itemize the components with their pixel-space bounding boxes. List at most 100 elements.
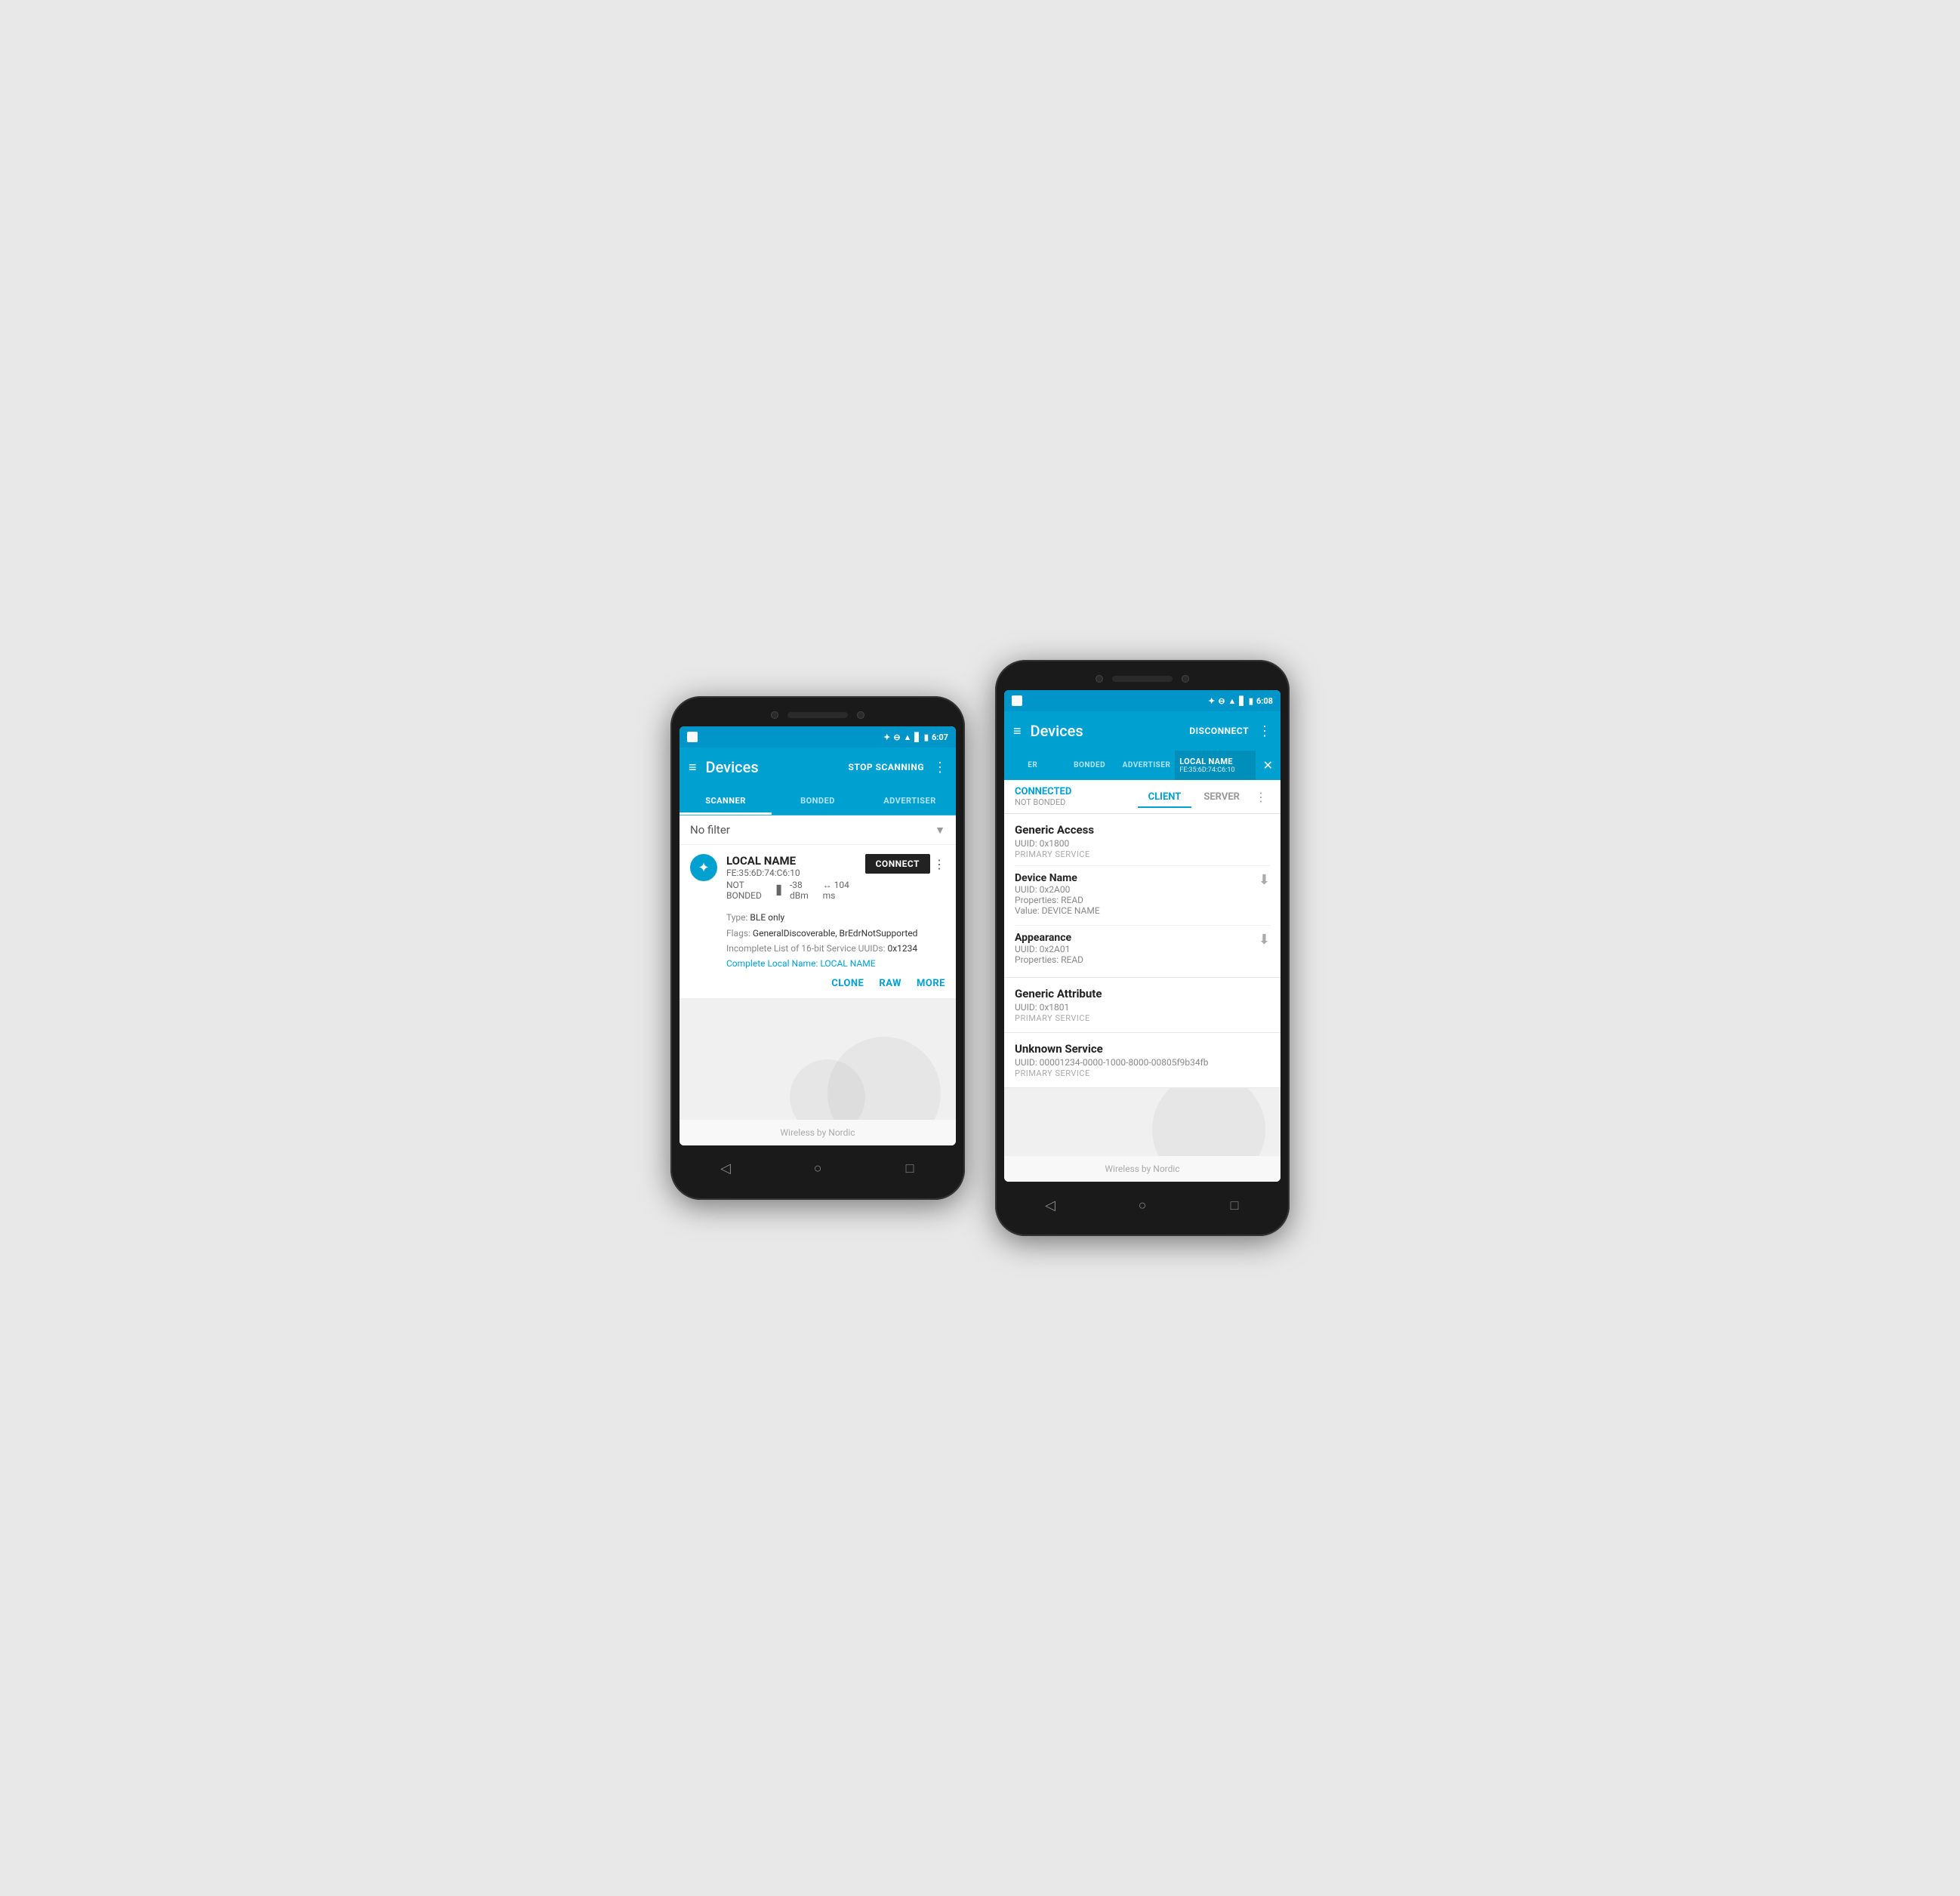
device-info-1: LOCAL NAME FE:35:6D:74:C6:10 NOT BONDED … xyxy=(726,854,856,901)
phone-2: ✦ ⊖ ▲ ▋ ▮ 6:08 ≡ Devices DISCONNECT ⋮ ER xyxy=(995,660,1290,1236)
char-name-appearance: Appearance xyxy=(1015,932,1251,944)
camera-2 xyxy=(1096,675,1103,683)
connected-label: CONNECTED xyxy=(1015,786,1071,797)
device-name-1: LOCAL NAME xyxy=(726,854,856,868)
signal-icon-2: ▋ xyxy=(1239,696,1245,706)
minus-icon-1: ⊖ xyxy=(893,732,900,742)
battery-icon-2: ▮ xyxy=(1249,696,1253,706)
filter-arrow-icon: ▼ xyxy=(935,824,945,837)
stop-scanning-button[interactable]: STOP SCANNING xyxy=(848,762,924,772)
bonded-label-2: NOT BONDED xyxy=(1015,797,1071,807)
back-button-1[interactable]: ◁ xyxy=(714,1158,737,1180)
service-type-2: PRIMARY SERVICE xyxy=(1015,1068,1270,1078)
more-button[interactable]: MORE xyxy=(917,978,945,989)
phone-2-top xyxy=(1004,675,1280,683)
device-more-icon[interactable]: ⋮ xyxy=(933,857,945,871)
char-name-device-name: Device Name xyxy=(1015,872,1251,884)
more-icon-1[interactable]: ⋮ xyxy=(933,760,947,775)
time-1: 6:07 xyxy=(932,732,948,742)
detail-complete-name: Complete Local Name: LOCAL NAME xyxy=(726,956,945,971)
footer-1: Wireless by Nordic xyxy=(680,1120,956,1145)
tab-bonded-2[interactable]: BONDED xyxy=(1061,752,1117,778)
status-right-2: ✦ ⊖ ▲ ▋ ▮ 6:08 xyxy=(1208,696,1273,706)
recents-button-1[interactable]: □ xyxy=(898,1158,921,1180)
wifi-icon-2: ▲ xyxy=(1228,696,1237,706)
service-type-1: PRIMARY SERVICE xyxy=(1015,1013,1270,1023)
empty-area-2 xyxy=(1004,1088,1280,1156)
tab-bonded-1[interactable]: BONDED xyxy=(772,787,864,815)
empty-area-1 xyxy=(680,999,956,1120)
status-left-1 xyxy=(687,732,698,742)
more-icon-2[interactable]: ⋮ xyxy=(1258,723,1271,739)
tab-scanner[interactable]: SCANNER xyxy=(680,787,772,815)
bluetooth-icon-1: ✦ xyxy=(883,732,890,742)
phone-2-bottom: ◁ ○ □ xyxy=(1004,1182,1280,1221)
rssi-value-1: -38 dBm xyxy=(790,880,817,901)
detail-uuids: Incomplete List of 16-bit Service UUIDs:… xyxy=(726,941,945,956)
phones-container: ✦ ⊖ ▲ ▋ ▮ 6:07 ≡ Devices STOP SCANNING ⋮… xyxy=(670,660,1290,1236)
filter-bar[interactable]: No filter ▼ xyxy=(680,815,956,845)
signal-bar-icon: ▋ xyxy=(777,885,784,896)
connect-btn-wrap: CONNECT ⋮ xyxy=(865,854,945,874)
recents-button-2[interactable]: □ xyxy=(1223,1194,1246,1216)
status-bar-2: ✦ ⊖ ▲ ▋ ▮ 6:08 xyxy=(1004,690,1280,711)
char-props-appearance: Properties: READ xyxy=(1015,954,1251,965)
connect-button[interactable]: CONNECT xyxy=(865,854,930,874)
char-download-appearance-icon[interactable]: ⬇ xyxy=(1251,932,1270,948)
local-name-tab[interactable]: LOCAL NAME FE:35:6D:74:C6:10 xyxy=(1175,751,1255,780)
service-unknown: Unknown Service UUID: 00001234-0000-1000… xyxy=(1004,1033,1280,1088)
camera-1 xyxy=(771,711,778,719)
speaker-2 xyxy=(1112,676,1173,682)
local-name-mac: FE:35:6D:74:C6:10 xyxy=(1179,766,1234,774)
service-type-0: PRIMARY SERVICE xyxy=(1015,849,1270,859)
char-download-device-name-icon[interactable]: ⬇ xyxy=(1251,872,1270,888)
status-left-2 xyxy=(1012,695,1022,706)
tab-advertiser-1[interactable]: ADVERTISER xyxy=(864,787,956,815)
tab-close-button[interactable]: ✕ xyxy=(1256,752,1280,778)
detail-type: Type: BLE only xyxy=(726,910,945,925)
tab-advertiser-2[interactable]: ADVERTISER xyxy=(1118,752,1175,778)
home-button-1[interactable]: ○ xyxy=(806,1158,829,1180)
speaker-1 xyxy=(787,712,848,718)
raw-button[interactable]: RAW xyxy=(879,978,901,989)
service-name-0: Generic Access xyxy=(1015,823,1270,837)
tab-er[interactable]: ER xyxy=(1004,752,1061,778)
phone-2-screen: ✦ ⊖ ▲ ▋ ▮ 6:08 ≡ Devices DISCONNECT ⋮ ER xyxy=(1004,690,1280,1182)
device-header-1: ✦ LOCAL NAME FE:35:6D:74:C6:10 NOT BONDE… xyxy=(690,854,945,901)
phone-1: ✦ ⊖ ▲ ▋ ▮ 6:07 ≡ Devices STOP SCANNING ⋮… xyxy=(670,696,965,1200)
char-uuid-appearance: UUID: 0x2A01 xyxy=(1015,944,1251,954)
status-bar-1: ✦ ⊖ ▲ ▋ ▮ 6:07 xyxy=(680,726,956,748)
footer-2: Wireless by Nordic xyxy=(1004,1156,1280,1182)
wifi-icon-1: ▲ xyxy=(904,732,912,742)
phone-1-top xyxy=(680,711,956,719)
service-uuid-2: UUID: 00001234-0000-1000-8000-00805f9b34… xyxy=(1015,1057,1270,1068)
service-generic-attribute: Generic Attribute UUID: 0x1801 PRIMARY S… xyxy=(1004,978,1280,1033)
ble-icon-1: ✦ xyxy=(690,854,717,881)
device-status-row-1: NOT BONDED ▋ -38 dBm ↔ 104 ms xyxy=(726,880,856,901)
hamburger-icon-2[interactable]: ≡ xyxy=(1013,723,1022,739)
service-name-2: Unknown Service xyxy=(1015,1042,1270,1056)
disconnect-button[interactable]: DISCONNECT xyxy=(1189,726,1249,736)
bg-shape-3 xyxy=(1152,1088,1265,1156)
device-mac-1: FE:35:6D:74:C6:10 xyxy=(726,868,856,878)
signal-icon-1: ▋ xyxy=(914,732,920,742)
not-bonded-label-1: NOT BONDED xyxy=(726,880,771,901)
home-button-2[interactable]: ○ xyxy=(1131,1194,1154,1216)
status-right-1: ✦ ⊖ ▲ ▋ ▮ 6:07 xyxy=(883,732,948,742)
camera-2b xyxy=(1182,675,1189,683)
time-2: 6:08 xyxy=(1256,696,1273,706)
service-uuid-1: UUID: 0x1801 xyxy=(1015,1002,1270,1013)
client-server-tabs: CLIENT SERVER ⋮ xyxy=(1138,787,1270,807)
clone-button[interactable]: CLONE xyxy=(831,978,864,989)
client-tab[interactable]: CLIENT xyxy=(1138,787,1192,807)
server-tab[interactable]: SERVER xyxy=(1193,787,1250,807)
hamburger-icon-1[interactable]: ≡ xyxy=(689,760,697,775)
detail-flags: Flags: GeneralDiscoverable, BrEdrNotSupp… xyxy=(726,926,945,941)
camera-1b xyxy=(857,711,864,719)
device-card-1: ✦ LOCAL NAME FE:35:6D:74:C6:10 NOT BONDE… xyxy=(680,845,956,999)
connected-status: CONNECTED NOT BONDED xyxy=(1015,786,1071,807)
bluetooth-icon-2: ✦ xyxy=(1208,696,1215,706)
device-details-1: Type: BLE only Flags: GeneralDiscoverabl… xyxy=(690,905,945,972)
back-button-2[interactable]: ◁ xyxy=(1039,1194,1062,1216)
cs-more-icon[interactable]: ⋮ xyxy=(1252,790,1270,804)
